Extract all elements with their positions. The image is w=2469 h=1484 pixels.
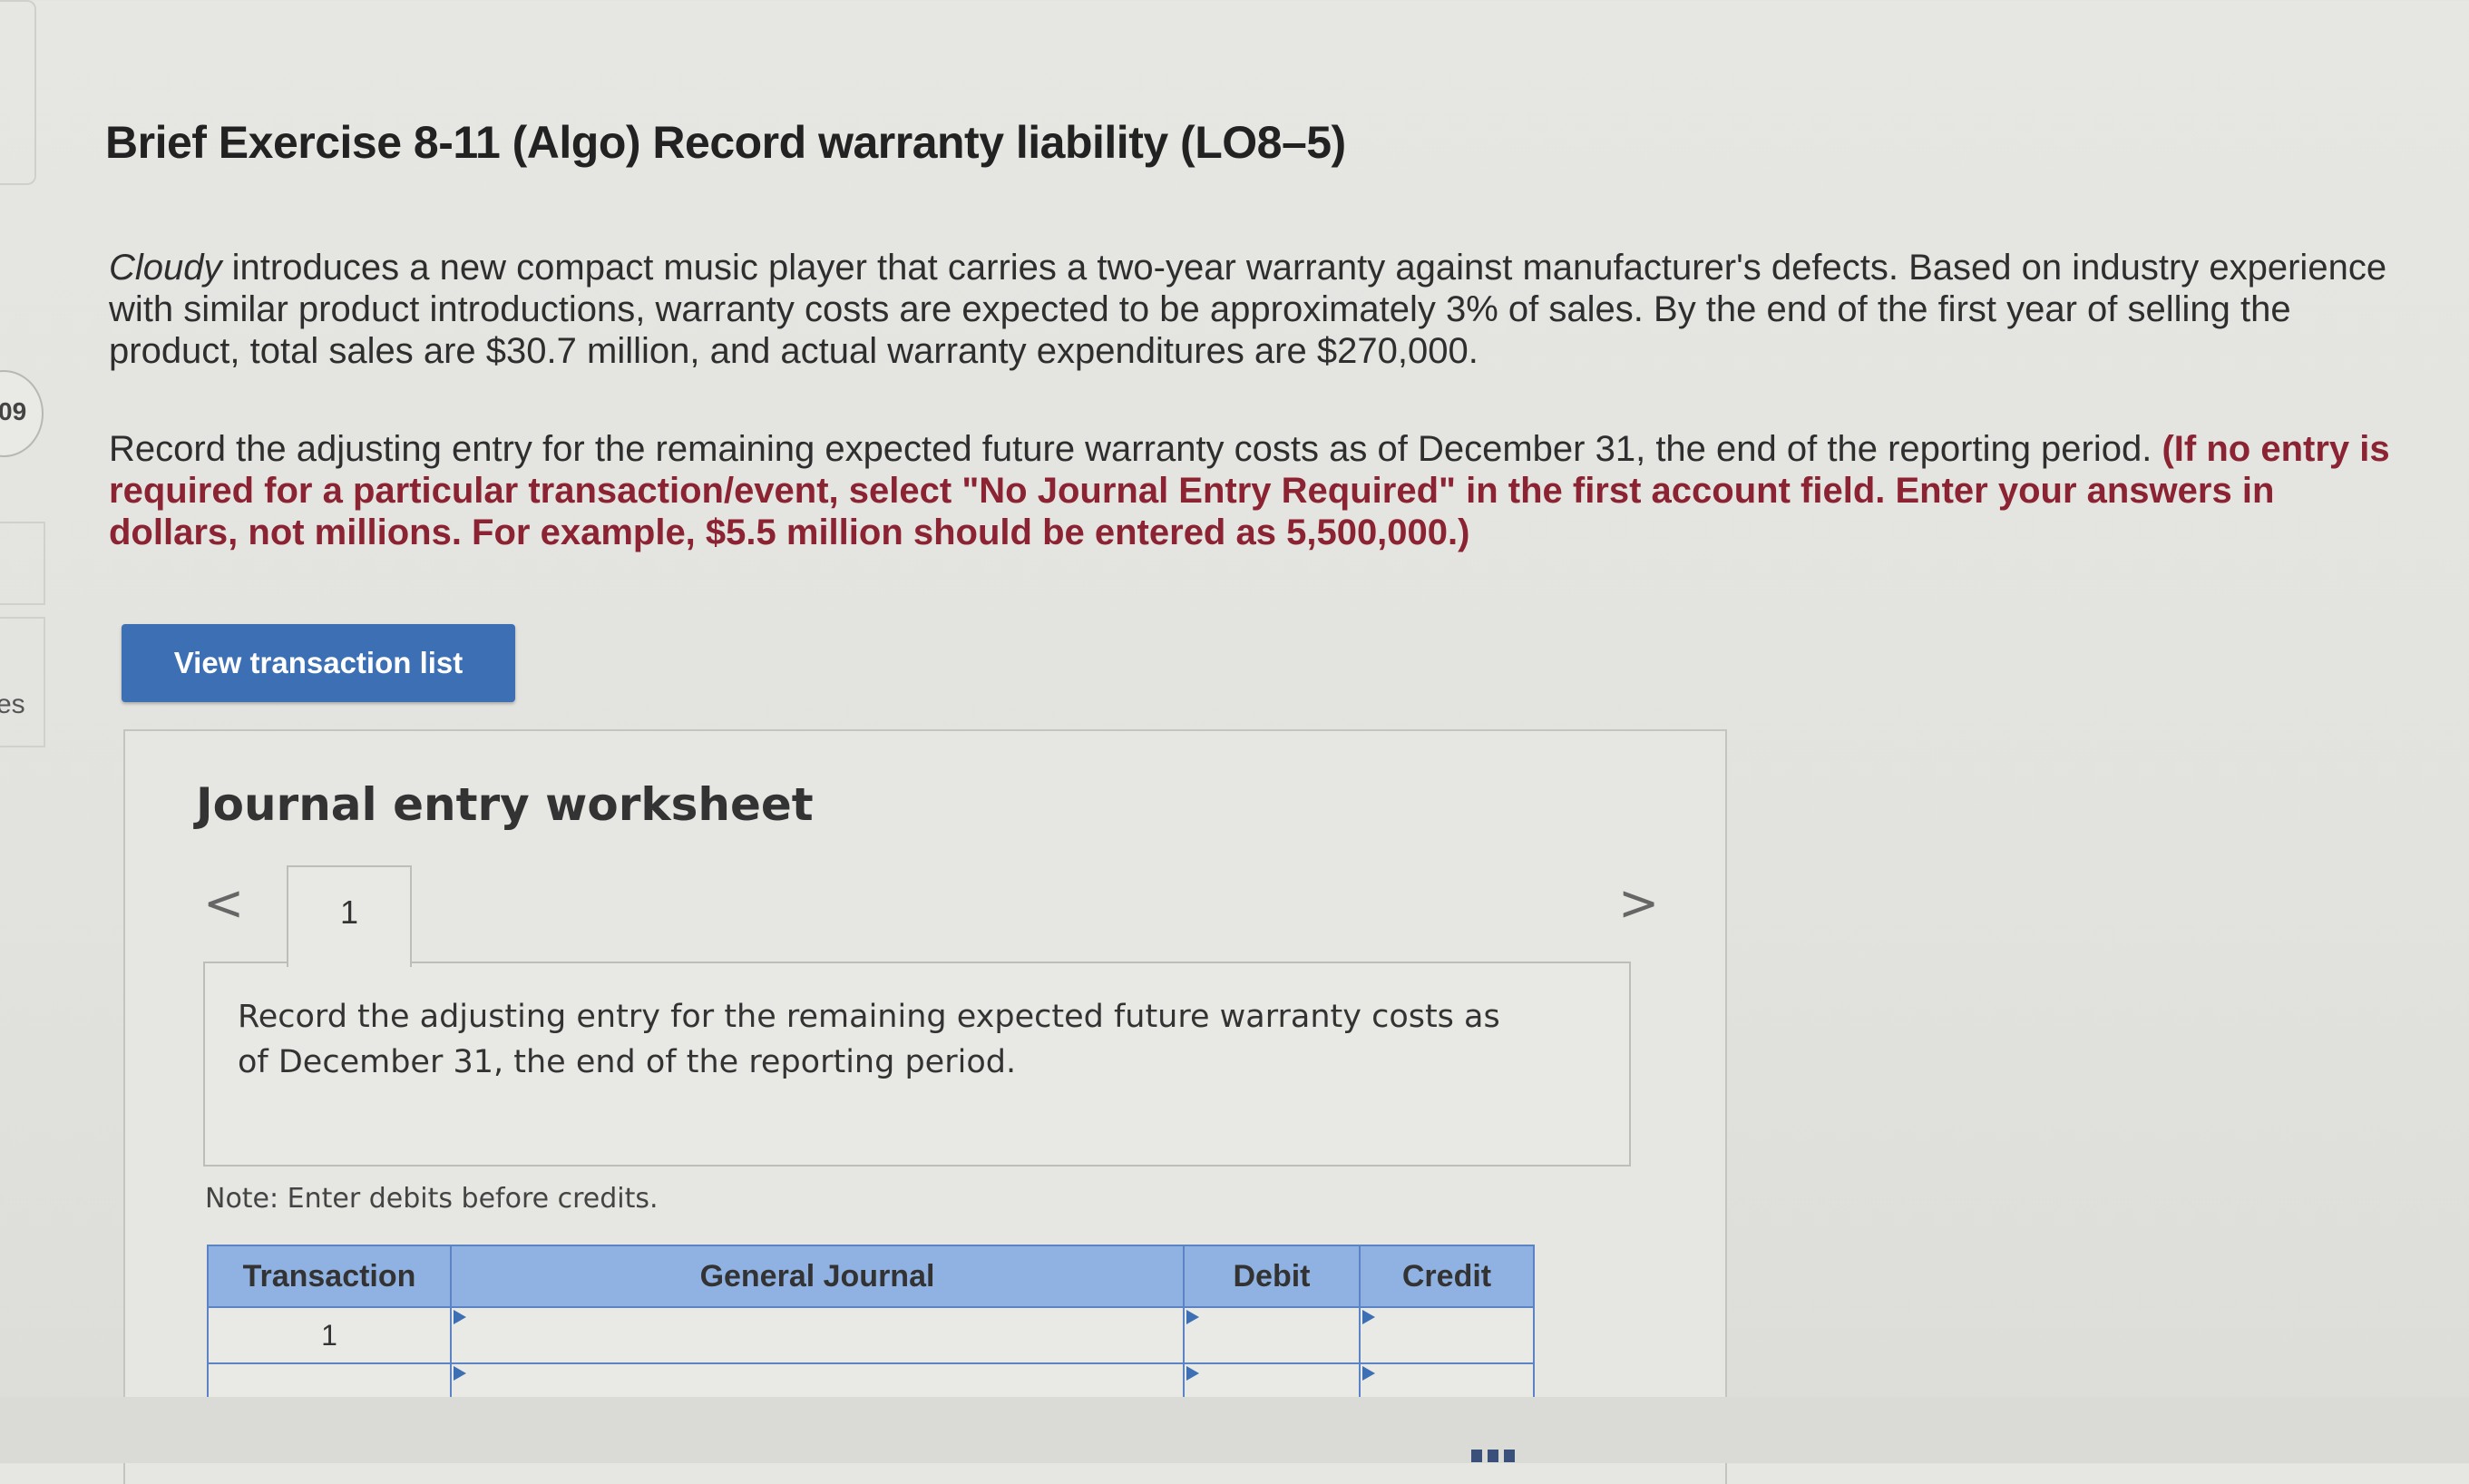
grid-menu-icon[interactable] [1471, 1450, 1515, 1462]
problem-description-text: introduces a new compact music player th… [109, 248, 2387, 371]
header-general-journal: General Journal [450, 1245, 1185, 1308]
credit-input[interactable] [1359, 1307, 1535, 1364]
sidebar-panel-edge [0, 0, 36, 185]
bottom-toolbar-strip [0, 1397, 2469, 1463]
company-name: Cloudy [109, 248, 222, 288]
question-number-badge[interactable]: 09 [0, 370, 44, 457]
table-header-row: Transaction General Journal Debit Credit [207, 1245, 1535, 1308]
worksheet-title: Journal entry worksheet [196, 778, 814, 831]
debit-input[interactable] [1183, 1307, 1361, 1364]
chevron-right-icon[interactable]: > [1618, 874, 1659, 932]
tab-entry-1[interactable]: 1 [287, 865, 412, 967]
question-number-text: 09 [0, 397, 27, 425]
debits-note: Note: Enter debits before credits. [205, 1183, 659, 1215]
header-transaction: Transaction [207, 1245, 452, 1308]
sidebar-box [0, 522, 45, 605]
header-debit: Debit [1183, 1245, 1361, 1308]
task-instruction-text: Record the adjusting entry for the remai… [109, 429, 2162, 469]
page-title: Brief Exercise 8-11 (Algo) Record warran… [105, 117, 1346, 168]
left-sidebar-fragment: 09 es [0, 0, 47, 1463]
task-instruction: Record the adjusting entry for the remai… [109, 428, 2395, 553]
entry-instruction-box: Record the adjusting entry for the remai… [203, 962, 1631, 1167]
account-select[interactable] [450, 1307, 1185, 1364]
view-transaction-list-button[interactable]: View transaction list [122, 624, 515, 702]
header-credit: Credit [1359, 1245, 1535, 1308]
journal-entry-worksheet: Journal entry worksheet < 1 > Record the… [123, 729, 1727, 1484]
transaction-number-cell: 1 [207, 1307, 452, 1364]
chevron-left-icon[interactable]: < [203, 874, 244, 932]
sidebar-box [0, 617, 45, 747]
entry-instruction-text: Record the adjusting entry for the remai… [238, 999, 1500, 1080]
table-row: 1 [207, 1307, 1535, 1364]
problem-description: Cloudy introduces a new compact music pl… [109, 247, 2395, 372]
journal-table: Transaction General Journal Debit Credit… [207, 1245, 1535, 1421]
sidebar-text-fragment: es [0, 689, 25, 719]
